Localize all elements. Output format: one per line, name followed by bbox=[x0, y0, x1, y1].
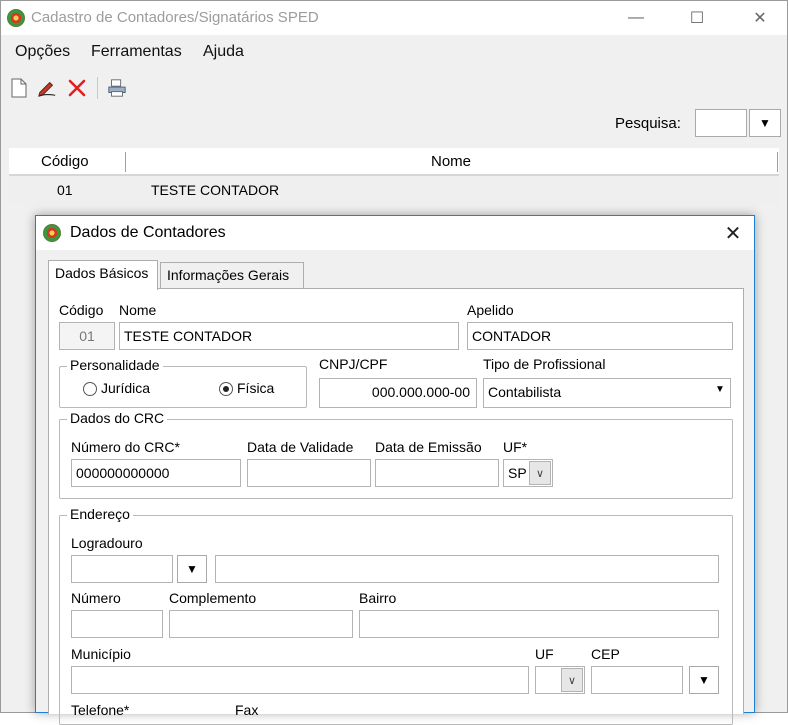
close-button[interactable]: ✕ bbox=[737, 1, 783, 35]
radio-juridica-label[interactable]: Jurídica bbox=[101, 380, 150, 396]
chevron-down-icon: ▼ bbox=[186, 562, 198, 576]
chevron-down-icon: ∨ bbox=[535, 467, 545, 480]
cell-codigo: 01 bbox=[57, 182, 73, 198]
fax-label: Fax bbox=[235, 702, 259, 718]
nome-field[interactable]: TESTE CONTADOR bbox=[119, 322, 459, 350]
grid-header: Código Nome bbox=[9, 148, 779, 176]
telefone-label: Telefone* bbox=[71, 702, 130, 718]
chevron-down-icon: ▼ bbox=[698, 673, 710, 687]
toolbar-separator bbox=[97, 77, 98, 99]
chevron-down-icon: ▼ bbox=[759, 116, 771, 130]
column-divider[interactable] bbox=[125, 152, 126, 172]
column-header-nome[interactable]: Nome bbox=[431, 153, 471, 170]
search-combo-input[interactable] bbox=[695, 109, 747, 137]
column-header-codigo[interactable]: Código bbox=[41, 153, 89, 170]
edit-pencil-icon[interactable] bbox=[37, 78, 57, 98]
menu-ajuda[interactable]: Ajuda bbox=[203, 43, 244, 61]
uf-endereco-dropdown-button[interactable]: ∨ bbox=[561, 668, 583, 692]
chevron-down-icon[interactable]: ▼ bbox=[715, 384, 725, 395]
numero-crc-field[interactable]: 000000000000 bbox=[71, 459, 241, 487]
chevron-down-icon: ∨ bbox=[567, 674, 577, 687]
logradouro-tipo-field[interactable] bbox=[71, 555, 173, 583]
numero-field[interactable] bbox=[71, 610, 163, 638]
data-validade-label: Data de Validade bbox=[247, 439, 354, 455]
tab-dados-basicos[interactable]: Dados Básicos bbox=[48, 260, 158, 290]
cnpj-cpf-label: CNPJ/CPF bbox=[319, 356, 388, 372]
tab-panel-dados-basicos: Código 01 Nome TESTE CONTADOR Apelido CO… bbox=[48, 288, 744, 725]
dados-contadores-dialog: Dados de Contadores ✕ Dados Básicos Info… bbox=[35, 215, 755, 725]
cep-dropdown-button[interactable]: ▼ bbox=[689, 666, 719, 694]
new-document-icon[interactable] bbox=[9, 78, 29, 98]
column-divider[interactable] bbox=[777, 152, 778, 172]
print-icon[interactable] bbox=[107, 78, 127, 98]
complemento-field[interactable] bbox=[169, 610, 353, 638]
codigo-label: Código bbox=[59, 302, 104, 318]
tipo-profissional-label: Tipo de Profissional bbox=[483, 356, 606, 372]
app-logo-icon bbox=[43, 224, 61, 242]
complemento-label: Complemento bbox=[169, 590, 257, 606]
radio-fisica[interactable] bbox=[219, 382, 233, 396]
bairro-field[interactable] bbox=[359, 610, 719, 638]
data-emissao-field[interactable] bbox=[375, 459, 499, 487]
app-logo-icon bbox=[7, 9, 25, 27]
municipio-label: Município bbox=[71, 646, 131, 662]
numero-label: Número bbox=[71, 590, 121, 606]
radio-juridica[interactable] bbox=[83, 382, 97, 396]
municipio-field[interactable] bbox=[71, 666, 529, 694]
apelido-field[interactable]: CONTADOR bbox=[467, 322, 733, 350]
window-title: Cadastro de Contadores/Signatários SPED bbox=[31, 9, 319, 26]
numero-crc-label: Número do CRC* bbox=[71, 439, 180, 455]
endereco-group-title: Endereço bbox=[67, 506, 133, 522]
cell-nome: TESTE CONTADOR bbox=[151, 182, 280, 198]
radio-selected-dot bbox=[223, 386, 229, 392]
nome-label: Nome bbox=[119, 302, 157, 318]
uf-crc-dropdown-button[interactable]: ∨ bbox=[529, 461, 551, 485]
delete-x-icon[interactable] bbox=[67, 78, 87, 98]
cnpj-cpf-field[interactable]: 000.000.000-00 bbox=[319, 378, 477, 408]
data-validade-field[interactable] bbox=[247, 459, 371, 487]
personalidade-group-title: Personalidade bbox=[67, 357, 163, 373]
dialog-close-button[interactable]: ✕ bbox=[718, 220, 748, 246]
dialog-title-bar: Dados de Contadores ✕ bbox=[36, 216, 754, 250]
cep-label: CEP bbox=[591, 646, 620, 662]
minimize-button[interactable]: — bbox=[613, 1, 659, 35]
codigo-field: 01 bbox=[59, 322, 115, 350]
maximize-button[interactable]: ☐ bbox=[674, 1, 720, 35]
menu-opcoes[interactable]: Opções bbox=[15, 43, 70, 61]
logradouro-label: Logradouro bbox=[71, 535, 143, 551]
search-dropdown-button[interactable]: ▼ bbox=[749, 109, 781, 137]
bairro-label: Bairro bbox=[359, 590, 397, 606]
data-emissao-label: Data de Emissão bbox=[375, 439, 482, 455]
crc-group-title: Dados do CRC bbox=[67, 410, 168, 426]
toolbar bbox=[1, 71, 787, 105]
tipo-profissional-select[interactable]: Contabilista bbox=[483, 378, 731, 408]
title-bar: Cadastro de Contadores/Signatários SPED … bbox=[1, 1, 787, 35]
search-label: Pesquisa: bbox=[615, 115, 681, 132]
radio-fisica-label[interactable]: Física bbox=[237, 380, 274, 396]
cep-field[interactable] bbox=[591, 666, 683, 694]
logradouro-field[interactable] bbox=[215, 555, 719, 583]
dialog-title: Dados de Contadores bbox=[70, 224, 226, 241]
uf-endereco-label: UF bbox=[535, 646, 554, 662]
menu-ferramentas[interactable]: Ferramentas bbox=[91, 43, 182, 61]
logradouro-dropdown-button[interactable]: ▼ bbox=[177, 555, 207, 583]
apelido-label: Apelido bbox=[467, 302, 514, 318]
menu-bar: Opções Ferramentas Ajuda bbox=[1, 35, 787, 69]
uf-crc-label: UF* bbox=[503, 439, 528, 455]
tab-informacoes-gerais[interactable]: Informações Gerais bbox=[160, 262, 304, 288]
table-row[interactable]: 01 TESTE CONTADOR bbox=[9, 177, 779, 205]
